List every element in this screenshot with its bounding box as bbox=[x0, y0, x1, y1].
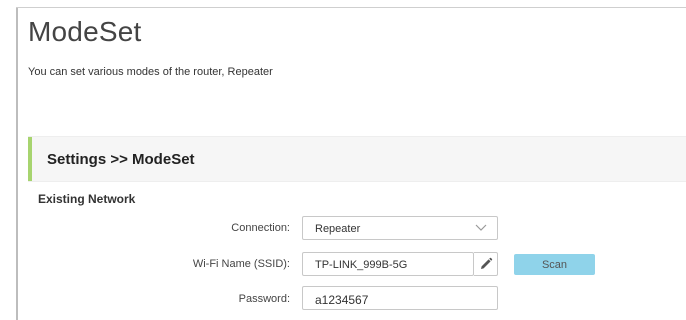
password-input-value: a1234567 bbox=[315, 293, 369, 307]
edit-ssid-button[interactable] bbox=[474, 252, 498, 276]
ssid-input-value: TP-LINK_999B-5G bbox=[315, 259, 408, 271]
section-accent-bar bbox=[28, 137, 32, 181]
section-title: Settings >> ModeSet bbox=[47, 151, 195, 168]
connection-label: Connection: bbox=[231, 222, 290, 234]
password-input[interactable]: a1234567 bbox=[302, 286, 498, 310]
chevron-down-icon bbox=[475, 224, 487, 231]
connection-select-value: Repeater bbox=[315, 223, 361, 235]
scan-button[interactable]: Scan bbox=[514, 254, 595, 275]
existing-network-title: Existing Network bbox=[38, 192, 136, 206]
ssid-label: Wi-Fi Name (SSID): bbox=[192, 258, 290, 270]
password-label: Password: bbox=[238, 293, 290, 305]
ssid-input[interactable]: TP-LINK_999B-5G bbox=[302, 252, 474, 276]
page-title: ModeSet bbox=[28, 16, 142, 47]
pencil-icon bbox=[480, 257, 492, 269]
section-header: Settings >> ModeSet bbox=[28, 136, 686, 182]
connection-select[interactable]: Repeater bbox=[302, 216, 498, 240]
page-description: You can set various modes of the router,… bbox=[28, 66, 273, 78]
